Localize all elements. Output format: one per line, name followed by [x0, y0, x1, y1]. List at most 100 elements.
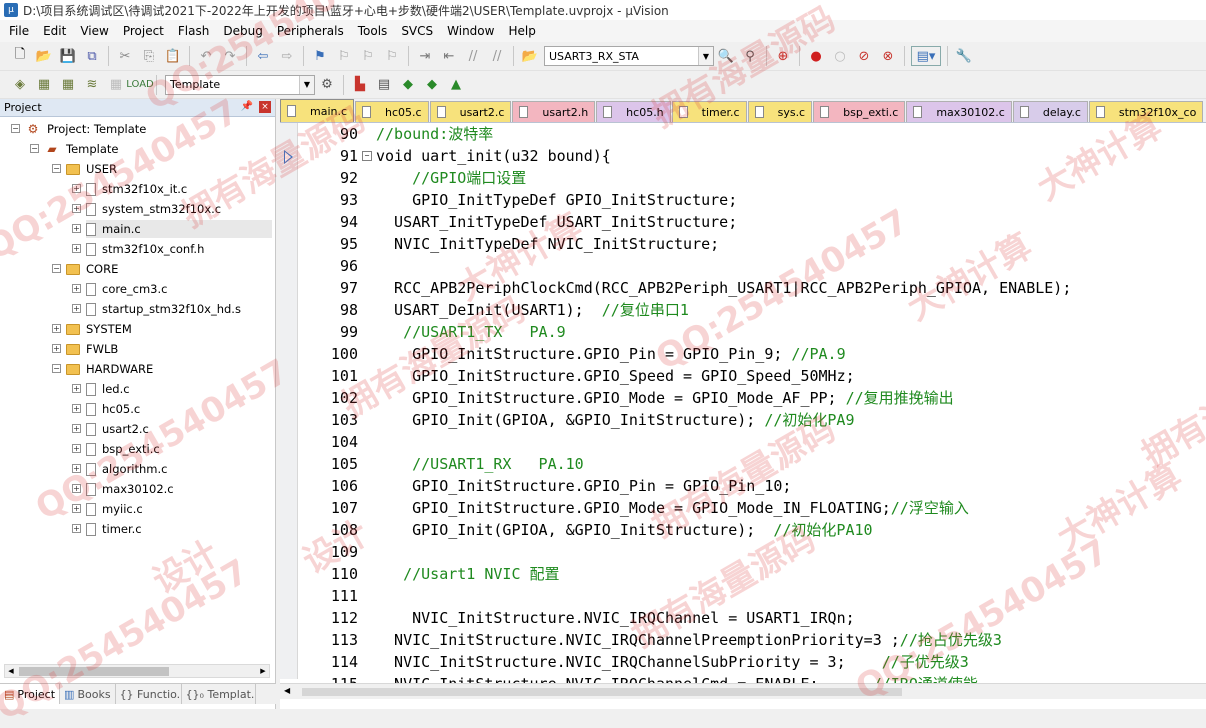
- copy-icon[interactable]: ⎘: [139, 46, 159, 66]
- expand-toggle-icon[interactable]: +: [72, 444, 81, 453]
- menu-help[interactable]: Help: [501, 20, 542, 42]
- incremental-find-icon[interactable]: ⚲: [740, 46, 760, 66]
- file-tab[interactable]: stm32f10x_co: [1088, 101, 1204, 122]
- file-tab[interactable]: usart2.h: [512, 101, 596, 122]
- tree-file[interactable]: + hc05.c: [72, 400, 140, 418]
- menu-peripherals[interactable]: Peripherals: [270, 20, 351, 42]
- expand-toggle-icon[interactable]: +: [72, 204, 81, 213]
- close-icon[interactable]: ×: [259, 101, 271, 113]
- file-tab[interactable]: main.c: [280, 99, 355, 122]
- expand-toggle-icon[interactable]: +: [52, 344, 61, 353]
- scrollbar-thumb[interactable]: [19, 667, 169, 676]
- target-options-icon[interactable]: ⚙: [317, 75, 337, 95]
- menu-edit[interactable]: Edit: [36, 20, 73, 42]
- build-icon[interactable]: ▦: [34, 75, 54, 95]
- code-line[interactable]: 92 //GPIO端口设置: [298, 167, 1206, 189]
- tab-books[interactable]: ▥ Books: [60, 684, 116, 704]
- tree-file[interactable]: + main.c: [72, 220, 272, 238]
- tree-target[interactable]: − ▰ Template: [30, 140, 118, 158]
- tree-file[interactable]: + startup_stm32f10x_hd.s: [72, 300, 241, 318]
- select-pack-icon[interactable]: ◆: [398, 75, 418, 95]
- chevron-down-icon[interactable]: ▼: [698, 47, 713, 65]
- comment-icon[interactable]: //: [463, 46, 483, 66]
- code-line[interactable]: 110 //Usart1 NVIC 配置: [298, 563, 1206, 585]
- run-time-env-icon[interactable]: ▲: [446, 75, 466, 95]
- expand-toggle-icon[interactable]: +: [72, 404, 81, 413]
- tree-group-user[interactable]: − USER: [52, 160, 117, 178]
- expand-toggle-icon[interactable]: +: [72, 184, 81, 193]
- code-line[interactable]: 93 GPIO_InitTypeDef GPIO_InitStructure;: [298, 189, 1206, 211]
- prev-bookmark-icon[interactable]: ⚐: [334, 46, 354, 66]
- code-line[interactable]: 109: [298, 541, 1206, 563]
- code-line[interactable]: 95 NVIC_InitTypeDef NVIC_InitStructure;: [298, 233, 1206, 255]
- tree-file[interactable]: + led.c: [72, 380, 130, 398]
- code-line[interactable]: 104: [298, 431, 1206, 453]
- fold-toggle-icon[interactable]: −: [362, 151, 372, 161]
- editor-horizontal-scrollbar[interactable]: ◀: [280, 683, 1206, 699]
- project-horizontal-scrollbar[interactable]: ◀ ▶: [4, 664, 270, 678]
- uncomment-icon[interactable]: //: [487, 46, 507, 66]
- rebuild-icon[interactable]: ▦: [58, 75, 78, 95]
- code-line[interactable]: 114 NVIC_InitStructure.NVIC_IRQChannelSu…: [298, 651, 1206, 673]
- scrollbar-thumb[interactable]: [302, 688, 902, 696]
- code-line[interactable]: 91− void uart_init(u32 bound){: [298, 145, 1206, 167]
- find-icon[interactable]: 🔍: [716, 46, 736, 66]
- expand-toggle-icon[interactable]: +: [72, 524, 81, 533]
- expand-toggle-icon[interactable]: +: [72, 244, 81, 253]
- batch-build-icon[interactable]: ≋: [82, 75, 102, 95]
- expand-toggle-icon[interactable]: +: [72, 224, 81, 233]
- new-file-icon[interactable]: 🗋: [10, 46, 30, 66]
- debug-session-icon[interactable]: ⊕: [773, 46, 793, 66]
- code-line[interactable]: 90 //bound:波特率: [298, 123, 1206, 145]
- code-line[interactable]: 105 //USART1_RX PA.10: [298, 453, 1206, 475]
- chevron-down-icon[interactable]: ▼: [299, 75, 314, 94]
- file-tab[interactable]: sys.c: [747, 101, 813, 122]
- translate-icon[interactable]: ◈: [10, 75, 30, 95]
- tab-project[interactable]: ▤ Project: [0, 684, 61, 704]
- bookmark-icon[interactable]: ⚑: [310, 46, 330, 66]
- expand-toggle-icon[interactable]: +: [72, 424, 81, 433]
- menu-window[interactable]: Window: [440, 20, 501, 42]
- clear-bookmarks-icon[interactable]: ⚐: [382, 46, 402, 66]
- open-file-icon[interactable]: 📂: [34, 46, 54, 66]
- redo-icon[interactable]: ↷: [220, 46, 240, 66]
- code-line[interactable]: 111: [298, 585, 1206, 607]
- expand-toggle-icon[interactable]: +: [52, 324, 61, 333]
- expand-toggle-icon[interactable]: +: [72, 284, 81, 293]
- manage-components-icon[interactable]: ▙: [350, 75, 370, 95]
- file-tab[interactable]: hc05.h: [596, 101, 671, 122]
- code-line[interactable]: 103 GPIO_Init(GPIOA, &GPIO_InitStructure…: [298, 409, 1206, 431]
- code-area[interactable]: 90 //bound:波特率 91− void uart_init(u32 bound…: [298, 123, 1206, 683]
- code-line[interactable]: 99 //USART1_TX PA.9: [298, 321, 1206, 343]
- expand-toggle-icon[interactable]: +: [72, 304, 81, 313]
- scroll-right-icon[interactable]: ▶: [257, 665, 269, 677]
- expand-toggle-icon[interactable]: −: [52, 364, 61, 373]
- tree-file[interactable]: + system_stm32f10x.c: [72, 200, 221, 218]
- expand-toggle-icon[interactable]: −: [52, 264, 61, 273]
- kill-breakpoints-icon[interactable]: ⊗: [878, 46, 898, 66]
- tree-file[interactable]: + algorithm.c: [72, 460, 167, 478]
- stop-build-icon[interactable]: ▦: [106, 75, 126, 95]
- tree-file[interactable]: + myiic.c: [72, 500, 143, 518]
- disable-breakpoint-icon[interactable]: ○: [830, 46, 850, 66]
- file-tab[interactable]: delay.c: [1012, 101, 1088, 122]
- menu-flash[interactable]: Flash: [171, 20, 216, 42]
- cut-icon[interactable]: ✂: [115, 46, 135, 66]
- menu-view[interactable]: View: [73, 20, 115, 42]
- file-tab[interactable]: bsp_exti.c: [813, 101, 906, 122]
- tree-group-fwlb[interactable]: + FWLB: [52, 340, 118, 358]
- nav-back-icon[interactable]: ⇦: [253, 46, 273, 66]
- code-line[interactable]: 106 GPIO_InitStructure.GPIO_Pin = GPIO_P…: [298, 475, 1206, 497]
- menu-svcs[interactable]: SVCS: [394, 20, 440, 42]
- code-line[interactable]: 101 GPIO_InitStructure.GPIO_Speed = GPIO…: [298, 365, 1206, 387]
- download-icon[interactable]: LOAD: [126, 75, 153, 95]
- code-line[interactable]: 96: [298, 255, 1206, 277]
- tree-file[interactable]: + core_cm3.c: [72, 280, 167, 298]
- code-line[interactable]: 97 RCC_APB2PeriphClockCmd(RCC_APB2Periph…: [298, 277, 1206, 299]
- find-in-files-icon[interactable]: 📂: [520, 46, 540, 66]
- code-line[interactable]: 107 GPIO_InitStructure.GPIO_Mode = GPIO_…: [298, 497, 1206, 519]
- file-tab[interactable]: usart2.c: [429, 101, 512, 122]
- code-line[interactable]: 102 GPIO_InitStructure.GPIO_Mode = GPIO_…: [298, 387, 1206, 409]
- tree-file[interactable]: + bsp_exti.c: [72, 440, 160, 458]
- tree-group-system[interactable]: + SYSTEM: [52, 320, 132, 338]
